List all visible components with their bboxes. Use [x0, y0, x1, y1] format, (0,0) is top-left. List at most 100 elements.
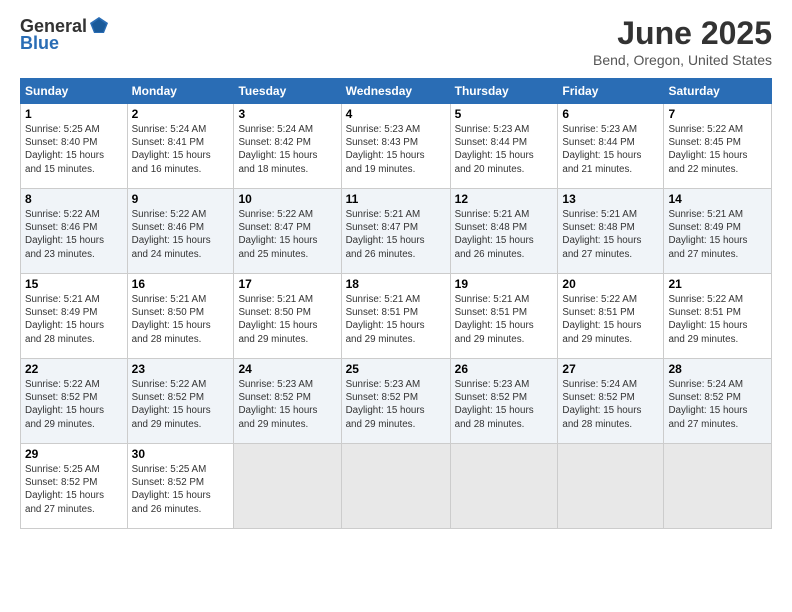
- col-friday: Friday: [558, 79, 664, 104]
- day-info: Sunrise: 5:23 AMSunset: 8:44 PMDaylight:…: [455, 124, 534, 175]
- day-number: 22: [25, 362, 123, 376]
- table-cell: 24 Sunrise: 5:23 AMSunset: 8:52 PMDayligh…: [234, 359, 341, 444]
- day-number: 3: [238, 107, 336, 121]
- table-cell: 11 Sunrise: 5:21 AMSunset: 8:47 PMDayligh…: [341, 189, 450, 274]
- table-cell: 17 Sunrise: 5:21 AMSunset: 8:50 PMDayligh…: [234, 274, 341, 359]
- table-cell: 4 Sunrise: 5:23 AMSunset: 8:43 PMDaylight…: [341, 104, 450, 189]
- day-info: Sunrise: 5:21 AMSunset: 8:47 PMDaylight:…: [346, 209, 425, 260]
- day-info: Sunrise: 5:24 AMSunset: 8:41 PMDaylight:…: [132, 124, 211, 175]
- day-info: Sunrise: 5:25 AMSunset: 8:52 PMDaylight:…: [25, 464, 104, 515]
- table-cell: 27Sunrise: 5:24 AMSunset: 8:52 PMDayligh…: [558, 359, 664, 444]
- day-number: 13: [562, 192, 659, 206]
- table-cell: 14Sunrise: 5:21 AMSunset: 8:49 PMDayligh…: [664, 189, 772, 274]
- day-info: Sunrise: 5:22 AMSunset: 8:51 PMDaylight:…: [562, 294, 641, 345]
- day-number: 18: [346, 277, 446, 291]
- table-cell: 1 Sunrise: 5:25 AMSunset: 8:40 PMDaylight…: [21, 104, 128, 189]
- day-number: 24: [238, 362, 336, 376]
- day-info: Sunrise: 5:22 AMSunset: 8:52 PMDaylight:…: [132, 379, 211, 430]
- day-info: Sunrise: 5:23 AMSunset: 8:52 PMDaylight:…: [346, 379, 425, 430]
- day-number: 5: [455, 107, 554, 121]
- table-cell: 18 Sunrise: 5:21 AMSunset: 8:51 PMDayligh…: [341, 274, 450, 359]
- table-cell: 13 Sunrise: 5:21 AMSunset: 8:48 PMDayligh…: [558, 189, 664, 274]
- day-info: Sunrise: 5:24 AMSunset: 8:52 PMDaylight:…: [668, 379, 747, 430]
- table-cell: 28 Sunrise: 5:24 AMSunset: 8:52 PMDayligh…: [664, 359, 772, 444]
- logo: General Blue: [20, 15, 111, 54]
- day-info: Sunrise: 5:23 AMSunset: 8:52 PMDaylight:…: [238, 379, 317, 430]
- table-cell: 30 Sunrise: 5:25 AMSunset: 8:52 PMDayligh…: [127, 444, 234, 529]
- day-info: Sunrise: 5:21 AMSunset: 8:50 PMDaylight:…: [238, 294, 317, 345]
- day-info: Sunrise: 5:22 AMSunset: 8:46 PMDaylight:…: [25, 209, 104, 260]
- day-number: 26: [455, 362, 554, 376]
- table-cell: 16Sunrise: 5:21 AMSunset: 8:50 PMDayligh…: [127, 274, 234, 359]
- day-info: Sunrise: 5:22 AMSunset: 8:46 PMDaylight:…: [132, 209, 211, 260]
- table-cell: [664, 444, 772, 529]
- header: General Blue June 2025 Bend, Oregon, Uni…: [20, 15, 772, 68]
- day-info: Sunrise: 5:23 AMSunset: 8:43 PMDaylight:…: [346, 124, 425, 175]
- table-cell: 12 Sunrise: 5:21 AMSunset: 8:48 PMDayligh…: [450, 189, 558, 274]
- day-number: 25: [346, 362, 446, 376]
- table-cell: 15 Sunrise: 5:21 AMSunset: 8:49 PMDayligh…: [21, 274, 128, 359]
- table-cell: 20 Sunrise: 5:22 AMSunset: 8:51 PMDayligh…: [558, 274, 664, 359]
- day-info: Sunrise: 5:22 AMSunset: 8:51 PMDaylight:…: [668, 294, 747, 345]
- day-info: Sunrise: 5:25 AMSunset: 8:40 PMDaylight:…: [25, 124, 104, 175]
- table-cell: 21 Sunrise: 5:22 AMSunset: 8:51 PMDayligh…: [664, 274, 772, 359]
- day-info: Sunrise: 5:21 AMSunset: 8:51 PMDaylight:…: [455, 294, 534, 345]
- day-info: Sunrise: 5:22 AMSunset: 8:52 PMDaylight:…: [25, 379, 104, 430]
- day-info: Sunrise: 5:24 AMSunset: 8:42 PMDaylight:…: [238, 124, 317, 175]
- table-cell: 5 Sunrise: 5:23 AMSunset: 8:44 PMDaylight…: [450, 104, 558, 189]
- day-number: 10: [238, 192, 336, 206]
- day-info: Sunrise: 5:21 AMSunset: 8:48 PMDaylight:…: [562, 209, 641, 260]
- table-cell: 25 Sunrise: 5:23 AMSunset: 8:52 PMDayligh…: [341, 359, 450, 444]
- table-cell: 23Sunrise: 5:22 AMSunset: 8:52 PMDayligh…: [127, 359, 234, 444]
- day-number: 19: [455, 277, 554, 291]
- day-number: 20: [562, 277, 659, 291]
- logo-flag-icon: [88, 15, 110, 37]
- table-cell: [234, 444, 341, 529]
- day-number: 9: [132, 192, 230, 206]
- calendar-header-row: Sunday Monday Tuesday Wednesday Thursday…: [21, 79, 772, 104]
- month-title: June 2025: [593, 15, 772, 52]
- day-info: Sunrise: 5:22 AMSunset: 8:45 PMDaylight:…: [668, 124, 747, 175]
- day-number: 30: [132, 447, 230, 461]
- day-number: 21: [668, 277, 767, 291]
- col-thursday: Thursday: [450, 79, 558, 104]
- day-number: 8: [25, 192, 123, 206]
- day-number: 16: [132, 277, 230, 291]
- day-number: 6: [562, 107, 659, 121]
- col-tuesday: Tuesday: [234, 79, 341, 104]
- day-info: Sunrise: 5:21 AMSunset: 8:51 PMDaylight:…: [346, 294, 425, 345]
- table-cell: 22 Sunrise: 5:22 AMSunset: 8:52 PMDayligh…: [21, 359, 128, 444]
- day-info: Sunrise: 5:23 AMSunset: 8:44 PMDaylight:…: [562, 124, 641, 175]
- page: General Blue June 2025 Bend, Oregon, Uni…: [0, 0, 792, 612]
- day-number: 11: [346, 192, 446, 206]
- day-number: 4: [346, 107, 446, 121]
- table-cell: 10 Sunrise: 5:22 AMSunset: 8:47 PMDayligh…: [234, 189, 341, 274]
- calendar-table: Sunday Monday Tuesday Wednesday Thursday…: [20, 78, 772, 529]
- table-cell: 6 Sunrise: 5:23 AMSunset: 8:44 PMDaylight…: [558, 104, 664, 189]
- day-number: 12: [455, 192, 554, 206]
- col-saturday: Saturday: [664, 79, 772, 104]
- day-number: 28: [668, 362, 767, 376]
- table-cell: 8 Sunrise: 5:22 AMSunset: 8:46 PMDaylight…: [21, 189, 128, 274]
- table-cell: [558, 444, 664, 529]
- day-number: 29: [25, 447, 123, 461]
- day-number: 17: [238, 277, 336, 291]
- table-cell: 29 Sunrise: 5:25 AMSunset: 8:52 PMDayligh…: [21, 444, 128, 529]
- day-info: Sunrise: 5:21 AMSunset: 8:49 PMDaylight:…: [25, 294, 104, 345]
- day-info: Sunrise: 5:24 AMSunset: 8:52 PMDaylight:…: [562, 379, 641, 430]
- day-info: Sunrise: 5:22 AMSunset: 8:47 PMDaylight:…: [238, 209, 317, 260]
- day-number: 14: [668, 192, 767, 206]
- table-cell: 7 Sunrise: 5:22 AMSunset: 8:45 PMDaylight…: [664, 104, 772, 189]
- col-monday: Monday: [127, 79, 234, 104]
- day-info: Sunrise: 5:21 AMSunset: 8:48 PMDaylight:…: [455, 209, 534, 260]
- day-number: 15: [25, 277, 123, 291]
- table-cell: 3 Sunrise: 5:24 AMSunset: 8:42 PMDaylight…: [234, 104, 341, 189]
- location: Bend, Oregon, United States: [593, 52, 772, 68]
- day-number: 7: [668, 107, 767, 121]
- day-info: Sunrise: 5:25 AMSunset: 8:52 PMDaylight:…: [132, 464, 211, 515]
- table-cell: 26Sunrise: 5:23 AMSunset: 8:52 PMDayligh…: [450, 359, 558, 444]
- title-block: June 2025 Bend, Oregon, United States: [593, 15, 772, 68]
- col-sunday: Sunday: [21, 79, 128, 104]
- day-number: 1: [25, 107, 123, 121]
- table-cell: 9 Sunrise: 5:22 AMSunset: 8:46 PMDaylight…: [127, 189, 234, 274]
